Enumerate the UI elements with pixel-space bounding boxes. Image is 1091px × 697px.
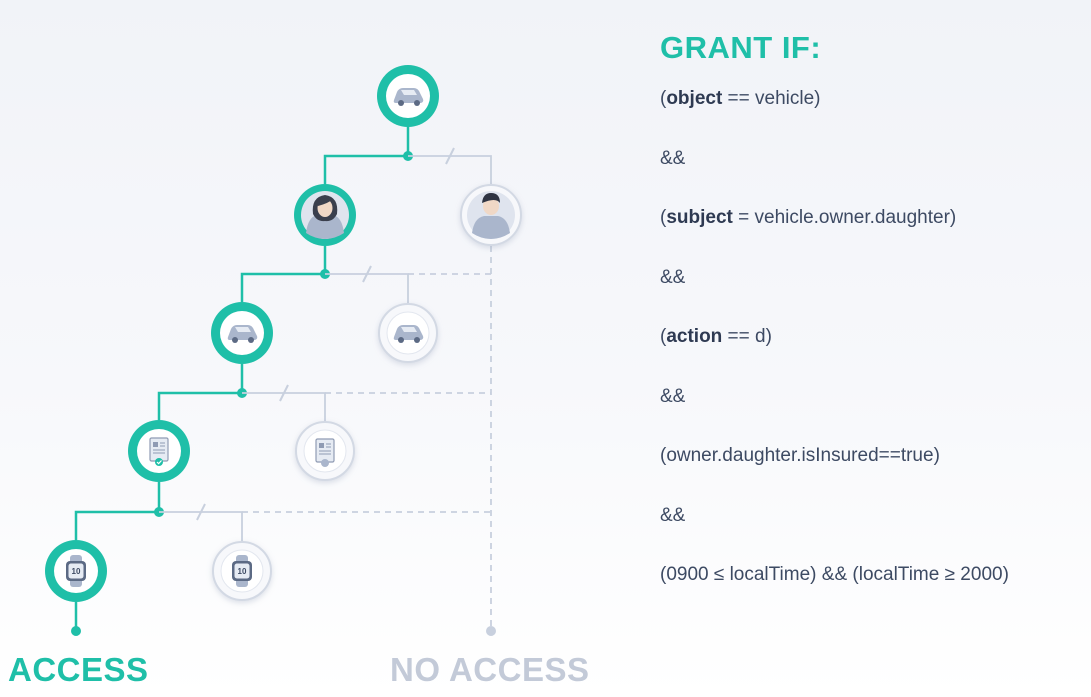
- watch-time-text: 10: [238, 567, 247, 576]
- rule-subject: (subject = vehicle.owner.daughter): [660, 207, 957, 228]
- policy-title: GRANT IF:: [660, 30, 822, 65]
- granted-node-daughter: [294, 184, 356, 246]
- no-access-terminal-dot: [486, 626, 496, 636]
- denied-node-person: [460, 184, 522, 246]
- rule-and-operator: &&: [660, 505, 686, 526]
- rule-insured: (owner.daughter.isInsured==true): [660, 445, 940, 466]
- denied-node-insurance: [295, 421, 355, 481]
- denied-node-vehicle: [378, 303, 438, 363]
- watch-time-text: 10: [72, 567, 81, 576]
- access-label: ACCESS: [8, 651, 149, 688]
- rule-local-time: (0900 ≤ localTime) && (localTime ≥ 2000): [660, 564, 1009, 585]
- granted-node-insurance: [128, 420, 190, 482]
- rule-object: (object == vehicle): [660, 88, 821, 109]
- granted-node-vehicle: [377, 65, 439, 127]
- decision-tree-diagram: 10 10: [45, 65, 522, 636]
- granted-node-watch: 10: [45, 540, 107, 602]
- no-access-collector: [242, 246, 492, 626]
- no-access-label: NO ACCESS: [390, 651, 590, 688]
- rule-action: (action == d): [660, 326, 772, 347]
- rule-and-operator: &&: [660, 148, 686, 169]
- rule-and-operator: &&: [660, 386, 686, 407]
- granted-node-vehicle-2: [211, 302, 273, 364]
- rule-and-operator: &&: [660, 267, 686, 288]
- denied-node-watch: 10: [212, 541, 272, 601]
